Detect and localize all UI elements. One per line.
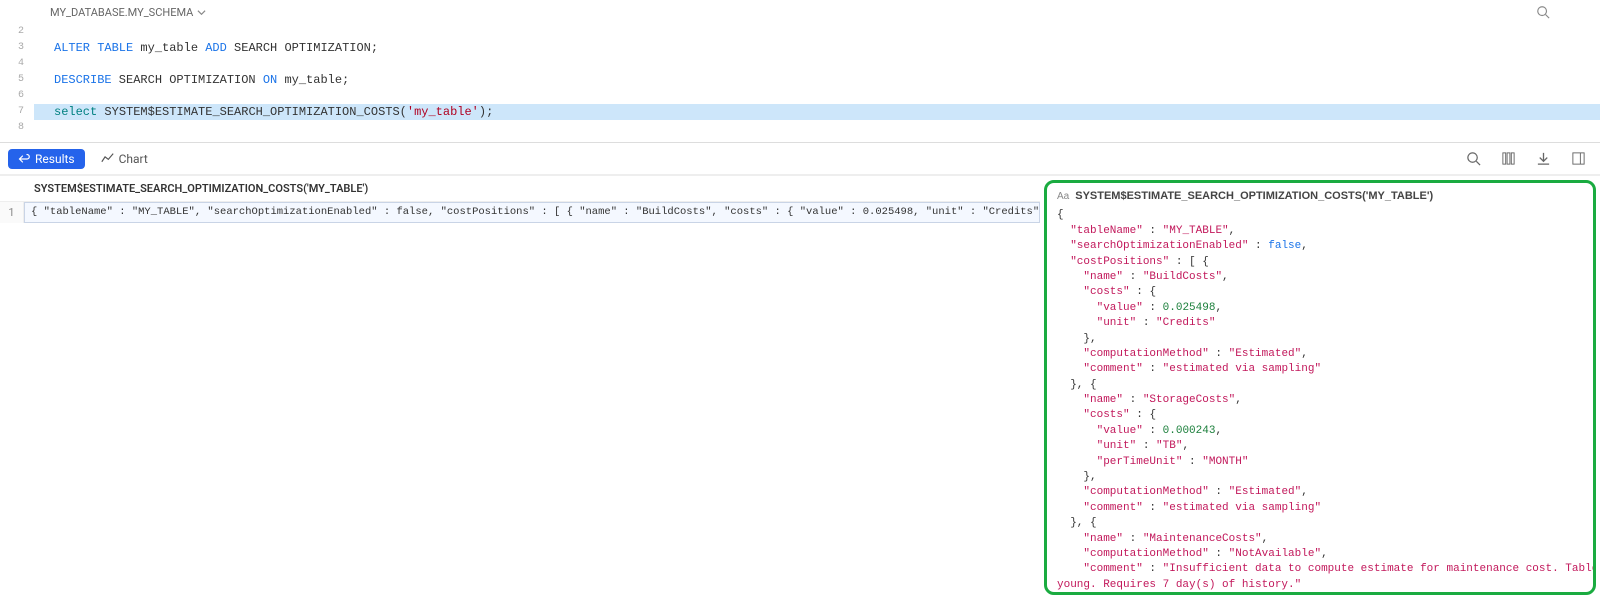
text-type-icon: Aa (1057, 190, 1069, 204)
detail-highlight-box: Aa SYSTEM$ESTIMATE_SEARCH_OPTIMIZATION_C… (1044, 180, 1596, 595)
results-body: SYSTEM$ESTIMATE_SEARCH_OPTIMIZATION_COST… (0, 175, 1600, 599)
worksheet-context-bar: MY_DATABASE.MY_SCHEMA (0, 0, 1600, 24)
detail-column-name: Aa SYSTEM$ESTIMATE_SEARCH_OPTIMIZATION_C… (1057, 189, 1583, 204)
search-results-icon[interactable] (1460, 147, 1487, 170)
chart-icon (101, 152, 114, 165)
search-icon[interactable] (1536, 5, 1550, 19)
download-icon[interactable] (1530, 147, 1557, 170)
row-number: 1 (0, 202, 24, 223)
detail-panel: Aa SYSTEM$ESTIMATE_SEARCH_OPTIMIZATION_C… (1040, 176, 1600, 599)
breadcrumb-label: MY_DATABASE.MY_SCHEMA (50, 6, 193, 19)
detail-json[interactable]: { "tableName" : "MY_TABLE", "searchOptim… (1057, 208, 1583, 595)
table-row[interactable]: 1 { "tableName" : "MY_TABLE", "searchOpt… (0, 202, 1040, 223)
chart-tab-label: Chart (119, 152, 148, 166)
results-tab-label: Results (35, 152, 75, 166)
sql-editor[interactable]: 23ALTER TABLE my_table ADD SEARCH OPTIMI… (0, 24, 1600, 142)
results-toolbar: Results Chart (0, 142, 1600, 175)
results-grid: SYSTEM$ESTIMATE_SEARCH_OPTIMIZATION_COST… (0, 176, 1040, 599)
column-header[interactable]: SYSTEM$ESTIMATE_SEARCH_OPTIMIZATION_COST… (0, 176, 1040, 202)
chart-tab[interactable]: Chart (93, 149, 156, 169)
result-cell[interactable]: { "tableName" : "MY_TABLE", "searchOptim… (24, 202, 1040, 223)
results-tab[interactable]: Results (8, 149, 85, 169)
panel-toggle-icon[interactable] (1565, 147, 1592, 170)
database-schema-selector[interactable]: MY_DATABASE.MY_SCHEMA (50, 6, 206, 19)
return-icon (18, 153, 30, 165)
columns-icon[interactable] (1495, 147, 1522, 170)
chevron-down-icon (197, 8, 206, 17)
